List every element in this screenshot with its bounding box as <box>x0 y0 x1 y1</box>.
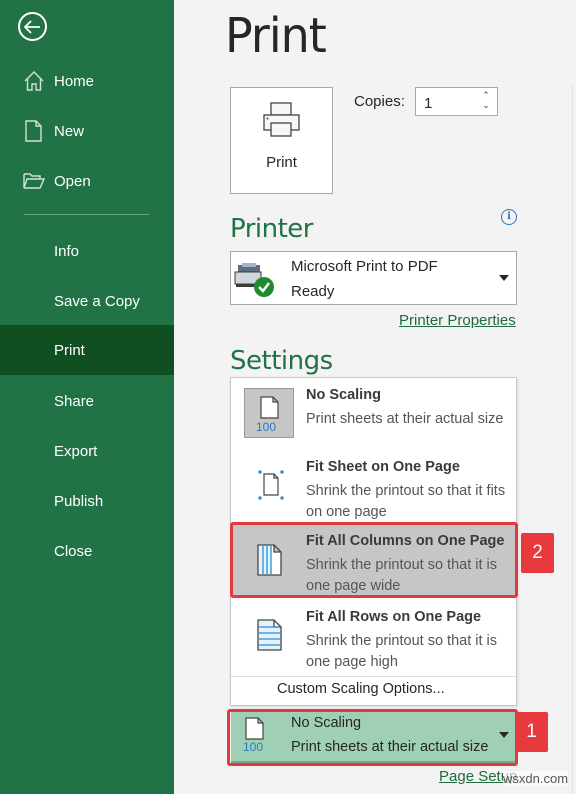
sidebar-item-label: Info <box>54 242 80 260</box>
custom-scaling-options[interactable]: Custom Scaling Options... <box>231 676 516 706</box>
sidebar-item-label: Save a Copy <box>54 292 140 310</box>
sidebar-item-label: Share <box>54 392 95 410</box>
caret-down-icon <box>499 275 509 281</box>
printer-dropdown[interactable]: Microsoft Print to PDF Ready <box>230 251 517 305</box>
sidebar-item-label: Open <box>54 172 91 190</box>
printer-status: Ready <box>291 283 335 300</box>
annotation-highlight-2 <box>230 522 518 598</box>
option-title: Fit All Rows on One Page <box>306 609 482 625</box>
sidebar-item-open[interactable]: Open <box>0 156 174 206</box>
option-title: No Scaling <box>306 387 381 403</box>
printer-heading: Printer <box>230 214 314 244</box>
fit-rows-icon <box>244 610 294 660</box>
new-document-icon <box>25 120 42 142</box>
scaling-option-fit-all-rows[interactable]: Fit All Rows on One Page Shrink the prin… <box>231 600 516 672</box>
scrollbar-edge <box>572 85 573 794</box>
option-description: Print sheets at their actual size <box>306 411 504 427</box>
copies-label: Copies: <box>354 93 405 110</box>
sidebar-item-publish[interactable]: Publish <box>0 476 174 526</box>
sidebar-item-label: Close <box>54 542 93 560</box>
sidebar-item-print[interactable]: Print <box>0 325 174 375</box>
sidebar-item-label: Print <box>54 341 85 359</box>
no-scaling-icon: 100 <box>244 388 294 438</box>
sidebar-item-share[interactable]: Share <box>0 376 174 426</box>
sidebar-item-info[interactable]: Info <box>0 226 174 276</box>
watermark: wsxdn.com <box>503 771 569 786</box>
printer-name: Microsoft Print to PDF <box>291 258 438 275</box>
sidebar-item-export[interactable]: Export <box>0 426 174 476</box>
option-description: Shrink the printout so that it is one pa… <box>306 633 498 670</box>
back-button[interactable] <box>18 12 47 41</box>
open-folder-icon <box>23 173 45 189</box>
info-icon[interactable]: i <box>501 209 517 225</box>
copies-value[interactable]: 1 <box>424 95 432 112</box>
annotation-highlight-1 <box>227 709 518 766</box>
annotation-badge-2: 2 <box>521 533 554 573</box>
scaling-icon-label: 100 <box>256 420 277 434</box>
sidebar-item-home[interactable]: Home <box>0 56 174 106</box>
scaling-option-fit-sheet[interactable]: Fit Sheet on One Page Shrink the printou… <box>231 450 516 522</box>
home-icon <box>24 71 44 91</box>
option-description: Shrink the printout so that it fits on o… <box>306 483 506 520</box>
custom-scaling-label: Custom Scaling Options... <box>277 681 445 697</box>
backstage-sidebar: Home New Open Info Save a Copy Print Sha… <box>0 0 174 794</box>
printer-properties-link[interactable]: Printer Properties <box>399 312 516 329</box>
copies-spinner[interactable]: 1 ⌃ ⌄ <box>415 87 498 116</box>
sidebar-item-new[interactable]: New <box>0 106 174 156</box>
settings-heading: Settings <box>230 346 333 376</box>
annotation-badge-1: 1 <box>515 712 548 752</box>
chevron-up-icon[interactable]: ⌃ <box>481 90 491 100</box>
arrow-left-icon <box>24 19 40 34</box>
chevron-down-icon[interactable]: ⌄ <box>481 100 491 110</box>
sidebar-item-label: New <box>54 122 85 140</box>
sidebar-item-label: Export <box>54 442 98 460</box>
print-button-label: Print <box>266 154 297 171</box>
print-button[interactable]: Print <box>230 87 333 194</box>
option-title: Fit Sheet on One Page <box>306 459 460 475</box>
sidebar-divider <box>24 214 149 215</box>
sidebar-item-label: Home <box>54 72 95 90</box>
page-title: Print <box>225 6 327 64</box>
sidebar-item-close[interactable]: Close <box>0 526 174 576</box>
fit-sheet-icon <box>244 460 294 510</box>
printer-ready-icon <box>234 263 274 297</box>
sidebar-item-label: Publish <box>54 492 104 510</box>
scaling-option-no-scaling[interactable]: 100 No Scaling Print sheets at their act… <box>231 378 516 450</box>
sidebar-item-save-a-copy[interactable]: Save a Copy <box>0 276 174 326</box>
printer-icon <box>263 102 300 137</box>
